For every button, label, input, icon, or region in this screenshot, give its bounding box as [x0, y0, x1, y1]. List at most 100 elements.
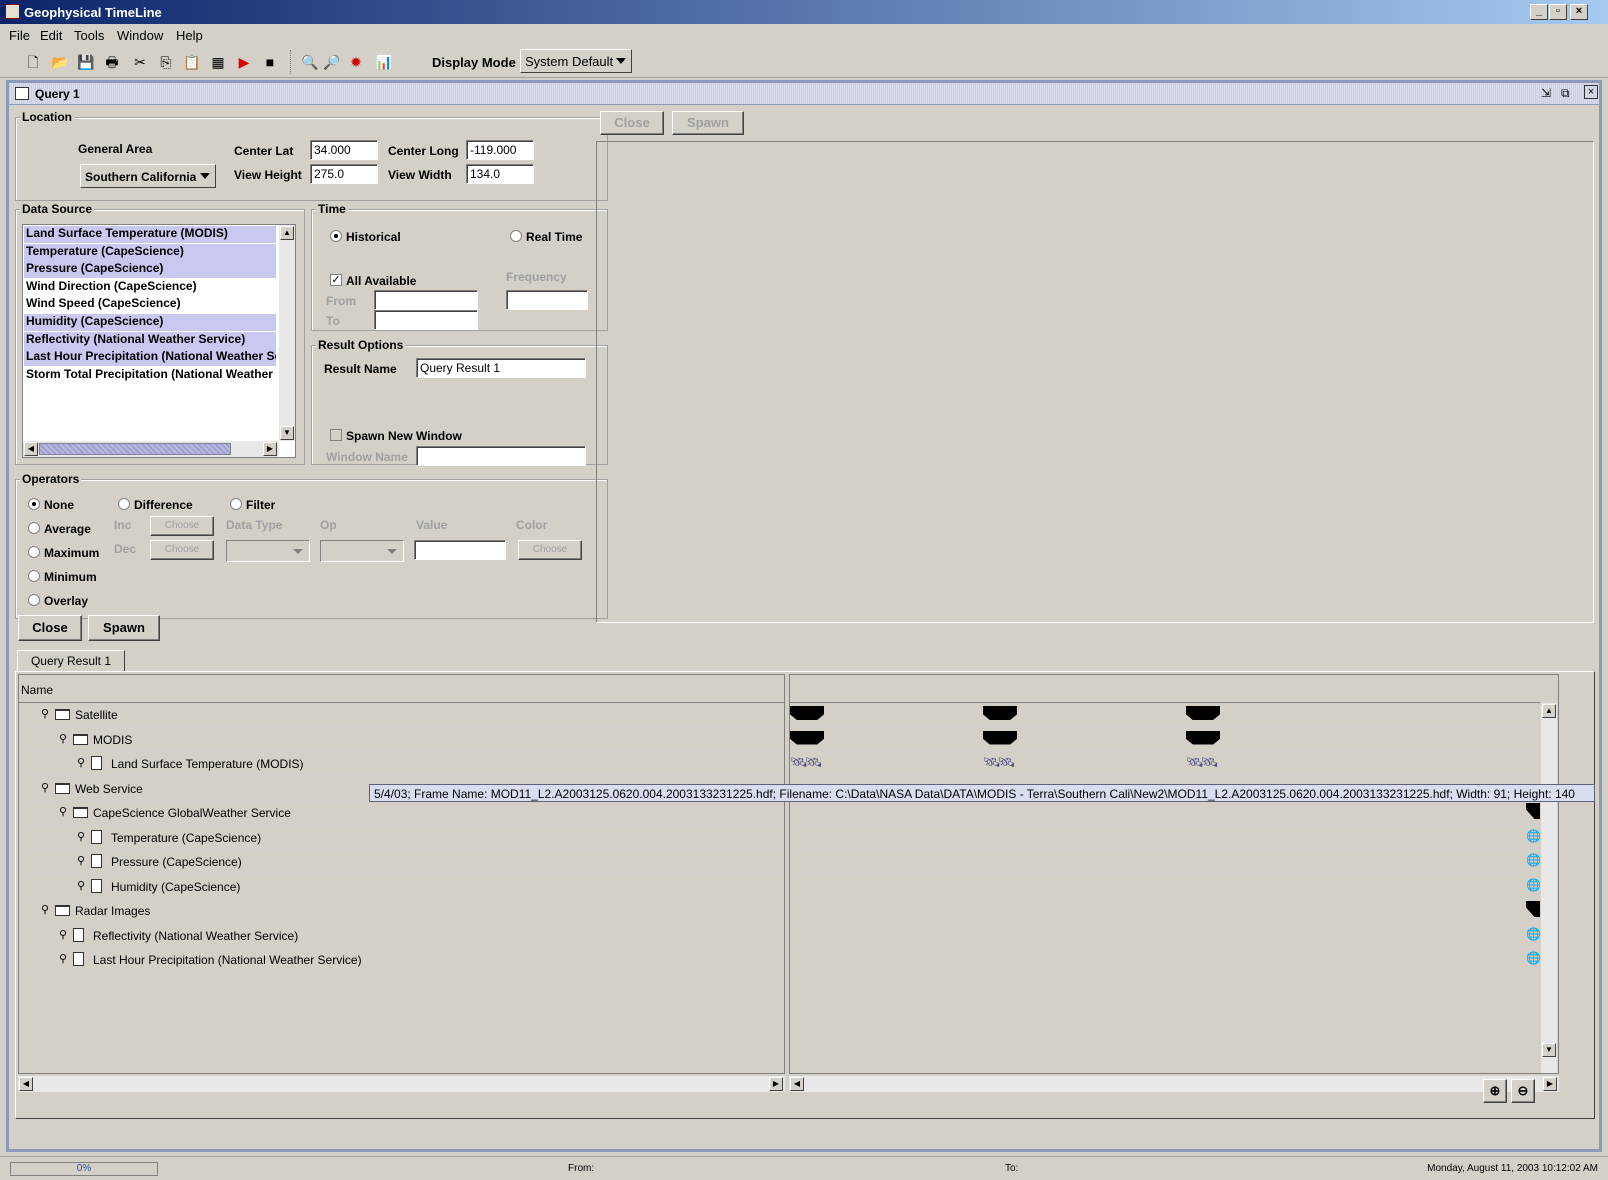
settings-icon[interactable]: ✹	[346, 52, 366, 72]
expand-handle-icon[interactable]: ⚲	[77, 830, 85, 843]
realtime-radio[interactable]	[510, 230, 522, 242]
tree-row[interactable]: ⚲ Humidity (CapeScience)	[19, 875, 784, 899]
cut-icon[interactable]: ✂	[130, 52, 150, 72]
dec-choose-button[interactable]: Choose	[150, 540, 214, 560]
center-lat-input[interactable]: 34.000	[310, 140, 378, 160]
timeline-frame-block[interactable]	[983, 730, 1017, 745]
zoom-in-icon[interactable]: 🔍	[300, 52, 320, 72]
tree-row[interactable]: ⚲ Satellite	[19, 703, 784, 727]
data-source-item[interactable]: Last Hour Precipitation (National Weathe…	[24, 349, 276, 367]
table-icon[interactable]: ▦	[208, 52, 228, 72]
inc-choose-button[interactable]: Choose	[150, 516, 214, 536]
expand-handle-icon[interactable]: ⚲	[41, 903, 49, 916]
satellite-icon[interactable]: 🛰🛰	[983, 754, 1016, 771]
tree-row[interactable]: ⚲ Pressure (CapeScience)	[19, 850, 784, 874]
frame-minimize-icon[interactable]: ⇲	[1541, 86, 1551, 100]
frame-close-icon[interactable]: ×	[1584, 85, 1598, 99]
expand-handle-icon[interactable]: ⚲	[59, 928, 67, 941]
op-maximum-radio[interactable]	[28, 546, 40, 558]
scroll-down-icon[interactable]: ▼	[1542, 1043, 1556, 1057]
data-source-item[interactable]: Land Surface Temperature (MODIS)	[24, 226, 276, 243]
tree-row[interactable]: ⚲ MODIS	[19, 728, 784, 752]
new-icon[interactable]: 🗋	[23, 52, 43, 72]
op-overlay-radio[interactable]	[28, 594, 40, 606]
vertical-scrollbar[interactable]: ▲ ▼	[279, 225, 295, 441]
frequency-input[interactable]	[506, 290, 588, 310]
scroll-right-icon[interactable]: ▶	[263, 442, 277, 456]
data-type-select[interactable]	[226, 540, 310, 562]
expand-handle-icon[interactable]: ⚲	[41, 781, 49, 794]
all-available-checkbox[interactable]: ✓	[330, 274, 342, 286]
tree-row[interactable]: ⚲ Radar Images	[19, 899, 784, 923]
scroll-thumb[interactable]	[39, 443, 231, 455]
data-source-list[interactable]: Land Surface Temperature (MODIS) Temperat…	[22, 224, 296, 458]
data-source-item[interactable]: Humidity (CapeScience)	[24, 314, 276, 331]
frame-restore-icon[interactable]: ⧉	[1561, 86, 1570, 101]
value-input[interactable]	[414, 540, 506, 560]
open-icon[interactable]: 📂	[50, 52, 70, 72]
minimize-icon[interactable]: _	[1530, 4, 1548, 20]
to-input[interactable]	[374, 310, 478, 330]
globe-icon[interactable]: 🌐	[1526, 927, 1540, 941]
expand-handle-icon[interactable]: ⚲	[59, 805, 67, 818]
expand-handle-icon[interactable]: ⚲	[41, 707, 49, 720]
display-mode-select[interactable]: System Default	[520, 49, 632, 73]
op-select[interactable]	[320, 540, 404, 562]
data-source-item[interactable]: Wind Direction (CapeScience)	[24, 279, 276, 296]
historical-radio[interactable]	[330, 230, 342, 242]
timeline-frame-block[interactable]	[1526, 901, 1540, 917]
timeline-frame-block[interactable]	[1186, 706, 1220, 720]
tree-row[interactable]: ⚲ Reflectivity (National Weather Service)	[19, 924, 784, 948]
menu-tools[interactable]: Tools	[74, 28, 104, 43]
general-area-select[interactable]: Southern California	[80, 164, 216, 188]
close-button[interactable]: Close	[18, 615, 82, 641]
tree-horizontal-scrollbar[interactable]: ◀ ▶	[18, 1076, 785, 1092]
scroll-left-icon[interactable]: ◀	[19, 1077, 33, 1091]
spawn-window-checkbox[interactable]	[330, 429, 342, 441]
scroll-left-icon[interactable]: ◀	[790, 1077, 804, 1091]
op-none-radio[interactable]	[28, 498, 40, 510]
tree-row[interactable]: ⚲ Land Surface Temperature (MODIS)	[19, 752, 784, 776]
save-icon[interactable]: 💾	[76, 52, 96, 72]
op-average-radio[interactable]	[28, 522, 40, 534]
tree-row[interactable]: ⚲ Last Hour Precipitation (National Weath…	[19, 948, 784, 972]
timeline-frame-block[interactable]	[790, 706, 824, 720]
expand-handle-icon[interactable]: ⚲	[77, 756, 85, 769]
paste-icon[interactable]: 📋	[182, 52, 202, 72]
play-icon[interactable]: ▶	[234, 52, 254, 72]
view-height-input[interactable]: 275.0	[310, 164, 378, 184]
scroll-up-icon[interactable]: ▲	[1542, 704, 1556, 718]
menu-file[interactable]: File	[9, 28, 30, 43]
globe-icon[interactable]: 🌐	[1526, 829, 1540, 843]
op-difference-radio[interactable]	[118, 498, 130, 510]
close-window-icon[interactable]: ×	[1570, 4, 1588, 20]
satellite-icon[interactable]: 🛰🛰	[1186, 754, 1219, 771]
chart-icon[interactable]: 📊	[374, 52, 394, 72]
expand-handle-icon[interactable]: ⚲	[59, 952, 67, 965]
timeline-frame-block[interactable]	[1526, 803, 1540, 819]
zoom-out-icon[interactable]: 🔎	[322, 52, 342, 72]
result-name-input[interactable]: Query Result 1	[416, 358, 586, 378]
timeline-frame-block[interactable]	[1186, 730, 1220, 745]
timeline-vertical-scrollbar[interactable]: ▲ ▼	[1541, 703, 1557, 1073]
expand-handle-icon[interactable]: ⚲	[77, 854, 85, 867]
timeline-zoom-out-icon[interactable]: ⊖	[1511, 1079, 1535, 1103]
globe-icon[interactable]: 🌐	[1526, 951, 1540, 965]
scroll-right-icon[interactable]: ▶	[1543, 1077, 1557, 1091]
data-source-item[interactable]: Storm Total Precipitation (National Weat…	[24, 367, 276, 384]
from-input[interactable]	[374, 290, 478, 310]
view-width-input[interactable]: 134.0	[466, 164, 534, 184]
scroll-down-icon[interactable]: ▼	[280, 426, 294, 440]
satellite-icon[interactable]: 🛰🛰	[790, 754, 823, 771]
window-name-input[interactable]	[416, 446, 586, 466]
scroll-left-icon[interactable]: ◀	[24, 442, 38, 456]
expand-handle-icon[interactable]: ⚲	[77, 879, 85, 892]
print-icon[interactable]: 🖶	[102, 52, 122, 72]
timeline-horizontal-scrollbar[interactable]: ◀ ▶	[789, 1076, 1559, 1092]
color-choose-button[interactable]: Choose	[518, 540, 582, 560]
tab-query-result-1[interactable]: Query Result 1	[17, 650, 125, 672]
data-source-item[interactable]: Reflectivity (National Weather Service)	[24, 331, 276, 349]
timeline-frame-block[interactable]	[790, 730, 824, 745]
tree-row[interactable]: ⚲ CapeScience GlobalWeather Service	[19, 801, 784, 825]
copy-icon[interactable]: ⎘	[156, 52, 176, 72]
